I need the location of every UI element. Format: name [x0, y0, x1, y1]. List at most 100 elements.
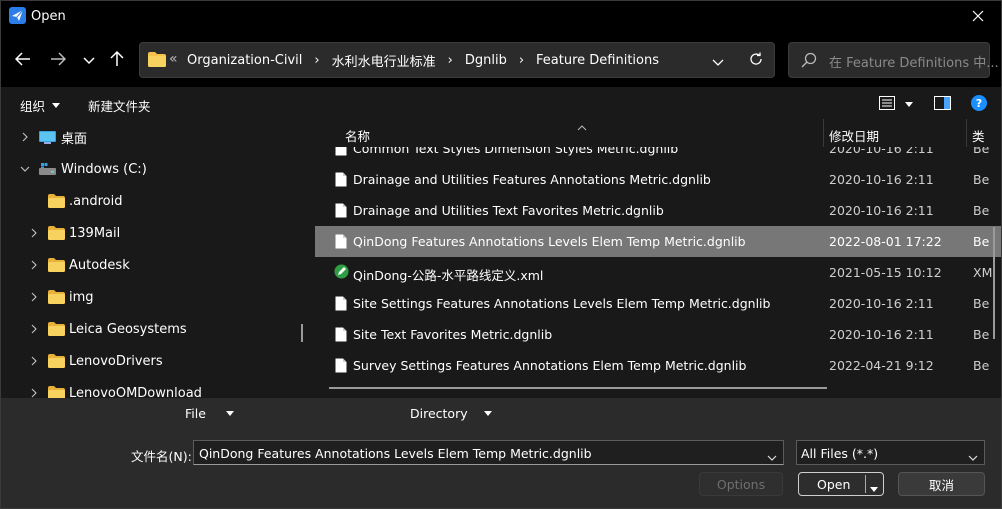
- column-header-type[interactable]: 类: [972, 126, 985, 145]
- file-row[interactable]: Drainage and Utilities Text Favorites Me…: [315, 195, 1001, 226]
- chevron-down-icon[interactable]: [968, 449, 978, 464]
- tree-item-label: LenovoDrivers: [69, 353, 163, 369]
- folder-icon: [48, 194, 65, 211]
- folder-icon: [48, 386, 65, 398]
- forward-button[interactable]: [45, 47, 71, 73]
- desktop-icon: [39, 131, 56, 147]
- open-dropdown-icon[interactable]: [869, 481, 879, 496]
- chevron-right-icon[interactable]: [29, 292, 39, 302]
- organize-label: 组织: [20, 99, 46, 114]
- tree-item-android[interactable]: .android: [1, 185, 314, 217]
- breadcrumb-item[interactable]: Dgnlib: [465, 53, 507, 68]
- folder-icon: [48, 322, 65, 339]
- column-header-date[interactable]: 修改日期: [829, 126, 879, 145]
- list-vertical-scrollbar[interactable]: [993, 227, 995, 339]
- file-label: File: [185, 406, 206, 421]
- chevron-right-icon[interactable]: ›: [448, 53, 453, 68]
- help-icon[interactable]: ?: [971, 95, 987, 111]
- tree-item-lenovoomdownload[interactable]: LenovoOMDownload: [1, 377, 314, 398]
- directory-label: Directory: [410, 406, 468, 421]
- breadcrumb-item[interactable]: Organization-Civil: [187, 53, 302, 68]
- new-folder-button[interactable]: 新建文件夹: [88, 96, 151, 115]
- file-row[interactable]: Drainage and Utilities Features Annotati…: [315, 164, 1001, 195]
- file-type: Be: [973, 358, 990, 373]
- file-type: Be: [973, 296, 990, 311]
- tree-item-windows-c[interactable]: Windows (C:): [1, 153, 314, 185]
- tree-item-autodesk[interactable]: Autodesk: [1, 249, 314, 281]
- open-button[interactable]: Open: [798, 472, 884, 496]
- bottom-panel: File Directory 文件名(N): QinDong Features …: [1, 398, 1001, 508]
- chevron-right-icon[interactable]: [29, 324, 39, 334]
- up-button[interactable]: [104, 47, 130, 73]
- new-folder-label: 新建文件夹: [88, 99, 151, 114]
- file-row-selected[interactable]: QinDong Features Annotations Levels Elem…: [315, 226, 1001, 257]
- chevron-down-icon[interactable]: [767, 449, 777, 464]
- search-icon: [801, 52, 817, 71]
- file-row[interactable]: Survey Settings Features Annotations Ele…: [315, 350, 1001, 381]
- command-bar: 组织 新建文件夹 ?: [1, 87, 1001, 119]
- address-bar[interactable]: « Organization-Civil › 水利水电行业标准 › Dgnlib…: [139, 42, 775, 78]
- file-name: Drainage and Utilities Text Favorites Me…: [353, 203, 664, 218]
- view-options-button[interactable]: [879, 96, 913, 113]
- overflow-breadcrumb[interactable]: «: [169, 51, 178, 67]
- file-name: Survey Settings Features Annotations Ele…: [353, 358, 747, 373]
- tree-item-desktop[interactable]: 桌面: [1, 121, 314, 153]
- preview-pane-icon[interactable]: [934, 96, 951, 113]
- column-header-name[interactable]: 名称: [345, 126, 370, 145]
- file-name: Drainage and Utilities Features Annotati…: [353, 172, 711, 187]
- xml-file-icon: [334, 264, 349, 282]
- file-icon: [335, 327, 347, 345]
- folder-icon: [48, 258, 65, 275]
- chevron-right-icon[interactable]: ›: [519, 53, 524, 68]
- file-row[interactable]: Site Settings Features Annotations Level…: [315, 288, 1001, 319]
- list-horizontal-scrollbar[interactable]: [329, 387, 827, 389]
- sort-ascending-icon: [577, 119, 587, 134]
- file-type-filter[interactable]: All Files (*.*): [796, 440, 985, 465]
- chevron-right-icon[interactable]: [29, 260, 39, 270]
- folder-icon: [148, 52, 166, 67]
- tree-scrollbar[interactable]: [301, 324, 303, 342]
- tree-item-leica-geosystems[interactable]: Leica Geosystems: [1, 313, 314, 345]
- file-name: QinDong Features Annotations Levels Elem…: [353, 234, 746, 249]
- column-divider[interactable]: [966, 119, 967, 147]
- refresh-icon[interactable]: [748, 51, 764, 70]
- chevron-right-icon[interactable]: ›: [314, 53, 319, 68]
- split-divider: [865, 475, 866, 493]
- tree-item-label: img: [69, 289, 94, 305]
- address-history-chevron-icon[interactable]: [712, 55, 724, 70]
- tree-item-label: .android: [69, 193, 123, 209]
- tree-item-139mail[interactable]: 139Mail: [1, 217, 314, 249]
- column-divider[interactable]: [823, 119, 824, 147]
- file-row[interactable]: QinDong-公路-水平路线定义.xml 2021-05-15 10:12 X…: [315, 257, 1001, 288]
- cancel-button[interactable]: 取消: [898, 472, 985, 496]
- recent-locations-button[interactable]: [76, 47, 102, 73]
- chevron-right-icon[interactable]: [29, 388, 39, 398]
- file-type: Be: [973, 172, 990, 187]
- breadcrumb-item[interactable]: Feature Definitions: [536, 53, 659, 68]
- organize-button[interactable]: 组织: [20, 96, 61, 115]
- arrow-right-icon: [50, 51, 67, 69]
- close-button[interactable]: [955, 1, 1001, 33]
- search-box[interactable]: 在 Feature Definitions 中...: [788, 42, 999, 78]
- filename-input[interactable]: QinDong Features Annotations Levels Elem…: [193, 440, 784, 465]
- options-button[interactable]: Options: [699, 472, 783, 496]
- tree-item-img[interactable]: img: [1, 281, 314, 313]
- chevron-right-icon[interactable]: [29, 356, 39, 366]
- chevron-right-icon[interactable]: [20, 132, 30, 142]
- navigation-pane: 桌面 Windows (C:) .android 139Mail Autodes…: [1, 119, 314, 398]
- tree-item-lenovodrivers[interactable]: LenovoDrivers: [1, 345, 314, 377]
- details-view-icon: [879, 96, 895, 113]
- caret-down-icon: [483, 411, 492, 416]
- file-date: 2021-05-15 10:12: [829, 265, 942, 280]
- back-button[interactable]: [10, 47, 36, 73]
- breadcrumb-item[interactable]: 水利水电行业标准: [332, 51, 436, 70]
- tree-item-label: Windows (C:): [61, 161, 147, 177]
- drive-icon: [39, 163, 56, 179]
- file-name: Site Text Favorites Metric.dgnlib: [353, 327, 553, 342]
- file-icon: [335, 234, 347, 252]
- file-row[interactable]: Site Text Favorites Metric.dgnlib 2020-1…: [315, 319, 1001, 350]
- chevron-down-icon[interactable]: [20, 164, 30, 174]
- chevron-right-icon[interactable]: [29, 228, 39, 238]
- file-dropdown[interactable]: File: [185, 406, 234, 421]
- directory-dropdown[interactable]: Directory: [410, 406, 492, 421]
